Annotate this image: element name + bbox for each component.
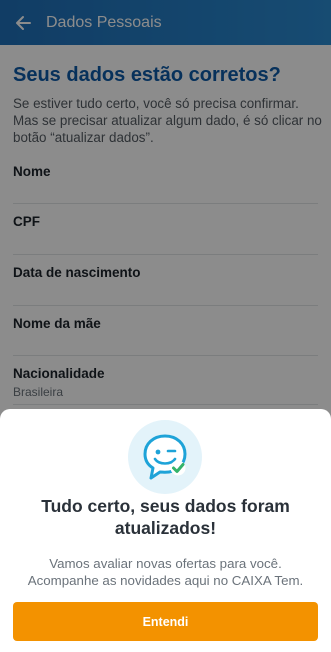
sheet-title: Tudo certo, seus dados foram atualizados… bbox=[41, 496, 290, 538]
sheet-body-text: Vamos avaliar novas ofertas para você. A… bbox=[27, 556, 304, 588]
smiley-chat-check-icon bbox=[143, 434, 187, 480]
entendi-button[interactable]: Entendi bbox=[13, 602, 318, 641]
success-icon-circle bbox=[128, 420, 202, 494]
confirmation-bottom-sheet: Tudo certo, seus dados foram atualizados… bbox=[0, 409, 331, 652]
